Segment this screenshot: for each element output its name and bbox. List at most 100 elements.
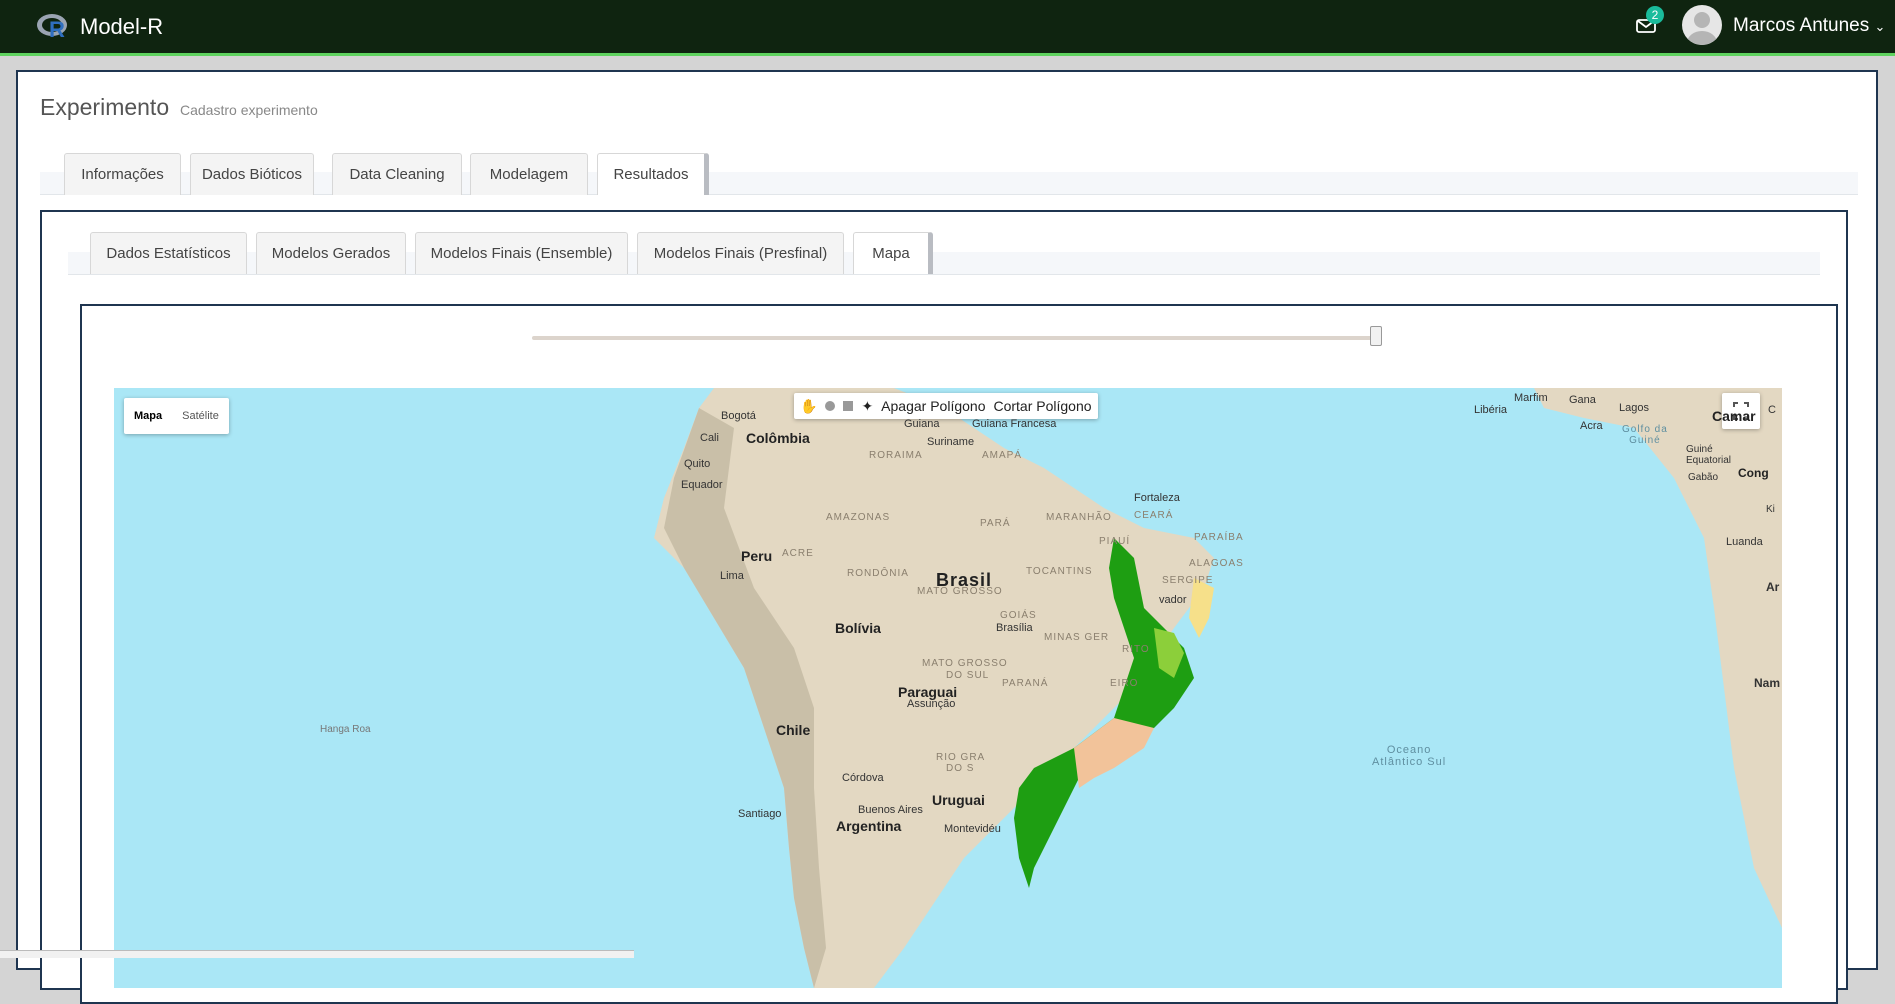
rectangle-icon[interactable] [843,401,854,411]
label-lagos: Lagos [1619,402,1649,414]
chevron-down-icon: ⌄ [1874,19,1886,34]
user-menu[interactable]: Marcos Antunes ⌄ [1733,15,1885,37]
tab-informacoes[interactable]: Informações [64,153,181,195]
label-chile: Chile [776,722,811,738]
label-ms1: MATO GROSSO [922,658,1008,669]
tab-modelos-gerados[interactable]: Modelos Gerados [256,232,406,274]
clear-polygon-button[interactable]: Apagar Polígono [881,398,985,414]
main-panel: Experimento Cadastro experimento Informa… [16,70,1878,1004]
label-c: C [1768,404,1776,416]
label-rio: EIRO [1110,678,1139,689]
label-cordoba: Córdova [842,772,884,784]
label-argentina: Argentina [836,818,902,834]
page-title: Experimento [40,94,170,120]
label-cali: Cali [700,432,719,444]
label-colombia: Colômbia [746,430,810,446]
label-rs2: DO S [946,763,975,774]
label-nam: Nam [1754,676,1781,690]
tab-modelagem[interactable]: Modelagem [470,153,588,195]
label-luanda: Luanda [1726,536,1763,548]
polygon-icon[interactable]: ✦ [861,398,873,415]
label-hanga-roa: Hanga Roa [320,724,371,735]
label-lima: Lima [720,570,744,582]
opacity-slider-track[interactable] [532,336,1374,340]
label-mato-grosso: MATO GROSSO [917,586,1003,597]
map-frame: Mapa Satélite ✋ ✦ Apagar Polígono Cortar… [80,304,1838,1004]
label-tocantins: TOCANTINS [1026,566,1093,577]
label-brasilia: Brasília [996,622,1033,634]
draw-toolbar: ✋ ✦ Apagar Polígono Cortar Polígono [794,393,1098,419]
label-maranhao: MARANHÃO [1046,512,1112,523]
label-sergipe: SERGIPE [1162,575,1214,586]
tab-dados-estatisticos[interactable]: Dados Estatísticos [90,232,247,274]
label-para: PARÁ [980,518,1011,529]
label-salvador: vador [1159,594,1187,606]
label-amapa: AMAPÁ [982,450,1023,461]
map-type-satellite-button[interactable]: Satélite [172,398,229,434]
svg-text:R: R [49,17,65,40]
label-ki: Ki [1766,504,1775,515]
tab-modelos-finais-presfinal[interactable]: Modelos Finais (Presfinal) [637,232,844,274]
label-camar: Camar [1712,408,1756,424]
tab-mapa[interactable]: Mapa [853,232,933,274]
label-gabao: Gabão [1688,472,1719,483]
results-panel: Dados Estatísticos Modelos Gerados Model… [40,210,1848,1004]
label-guine-eq: Guiné Equatorial [1686,444,1732,466]
circle-icon[interactable] [825,401,836,411]
label-rondonia: RONDÔNIA [847,568,909,579]
opacity-slider-handle[interactable] [1370,326,1382,346]
label-amazonas: AMAZONAS [826,512,891,523]
label-pr: PARANÁ [1002,678,1049,689]
label-fortaleza: Fortaleza [1134,492,1180,504]
hand-icon[interactable]: ✋ [800,398,817,415]
avatar[interactable] [1682,5,1722,45]
label-minas: MINAS GER [1044,632,1110,643]
map-canvas[interactable]: Mapa Satélite ✋ ✦ Apagar Polígono Cortar… [114,388,1782,988]
label-espirito: RITO [1122,644,1150,655]
tab-modelos-finais-ensemble[interactable]: Modelos Finais (Ensemble) [415,232,628,274]
label-goias: GOIÁS [1000,610,1037,621]
label-assuncao: Assunção [907,698,956,710]
label-buenos-aires: Buenos Aires [858,804,923,816]
label-acre: ACRE [782,548,814,559]
label-roraima: RORAIMA [869,450,923,461]
label-piaui: PIAUÍ [1099,536,1131,547]
label-paraiba: PARAÍBA [1194,532,1244,543]
label-guiana-francesa: Guiana Francesa [972,418,1057,430]
label-oceano: Oceano Atlântico Sul [1372,744,1447,768]
user-silhouette-icon [1687,12,1717,45]
label-ms2: DO SUL [946,670,990,681]
label-golfo: Golfo da Guiné [1622,424,1668,446]
user-name: Marcos Antunes [1733,15,1870,36]
label-guiana: Guiana [904,418,940,430]
top-navbar: R Model-R 2 Marcos Antunes ⌄ [0,0,1895,56]
tab-dados-bioticos[interactable]: Dados Bióticos [190,153,314,195]
label-suriname: Suriname [927,436,975,448]
r-logo-icon[interactable]: R [36,12,70,40]
app-title[interactable]: Model-R [80,14,163,40]
label-montevideo: Montevidéu [944,823,1001,835]
label-liberia: Libéria [1474,404,1508,416]
label-ceara: CEARÁ [1134,510,1174,521]
label-marfim: Marfim [1514,392,1548,404]
label-quito: Quito [684,458,711,470]
map-type-map-button[interactable]: Mapa [124,398,172,434]
label-gana: Gana [1569,394,1596,406]
cut-polygon-button[interactable]: Cortar Polígono [993,398,1091,414]
label-acra: Acra [1580,420,1603,432]
label-equador: Equador [681,479,723,491]
label-rs1: RIO GRA [936,752,986,763]
label-santiago: Santiago [738,808,782,820]
label-uruguai: Uruguai [932,792,985,808]
notification-badge: 2 [1646,6,1664,24]
label-bogota: Bogotá [721,410,756,422]
label-congo: Cong [1738,466,1769,480]
map-type-control: Mapa Satélite [124,398,229,434]
tab-data-cleaning[interactable]: Data Cleaning [332,153,462,195]
label-peru: Peru [741,548,773,564]
tab-resultados[interactable]: Resultados [597,153,709,195]
label-bolivia: Bolívia [835,620,881,636]
label-alagoas: ALAGOAS [1189,558,1244,569]
label-ar: Ar [1766,580,1780,594]
page-subtitle: Cadastro experimento [180,102,318,118]
